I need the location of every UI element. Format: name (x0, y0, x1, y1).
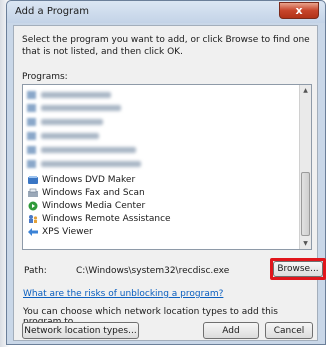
add-button[interactable]: Add (203, 322, 259, 339)
program-label: Windows DVD Maker (42, 174, 136, 185)
browse-highlight-box (270, 258, 326, 280)
media-center-icon (27, 201, 39, 211)
programs-scrollbar[interactable]: ▲ ▼ (299, 85, 311, 249)
dialog-body: Select the program you want to add, or c… (13, 25, 326, 341)
list-item-blurred[interactable] (27, 131, 99, 141)
fax-scan-icon (27, 188, 39, 198)
scroll-up-icon[interactable]: ▲ (300, 85, 311, 96)
list-item-blurred[interactable] (27, 103, 121, 113)
program-label: Windows Remote Assistance (42, 213, 171, 224)
program-label: XPS Viewer (42, 226, 93, 237)
instructions-text: Select the program you want to add, or c… (22, 35, 310, 57)
cancel-button[interactable]: Cancel (265, 322, 313, 339)
list-item[interactable]: Windows Remote Assistance (27, 212, 171, 225)
add-program-dialog: Add a Program x Select the program you w… (6, 0, 326, 345)
scroll-thumb[interactable] (301, 172, 310, 236)
list-item[interactable]: XPS Viewer (27, 225, 93, 238)
list-item[interactable]: Windows Media Center (27, 199, 145, 212)
list-item-blurred[interactable] (27, 145, 136, 155)
dvd-maker-icon (27, 175, 39, 185)
network-location-types-button[interactable]: Network location types... (22, 322, 139, 339)
list-item[interactable]: Windows DVD Maker (27, 173, 135, 186)
programs-list[interactable]: Windows DVD Maker Windows Fax and Scan W… (22, 84, 312, 250)
path-field[interactable]: C:\Windows\system32\recdisc.exe (76, 266, 229, 276)
program-label: Windows Fax and Scan (42, 187, 145, 198)
xps-viewer-icon (27, 227, 39, 237)
list-item[interactable]: Windows Fax and Scan (27, 186, 145, 199)
programs-label: Programs: (22, 72, 68, 82)
close-icon: x (295, 4, 303, 17)
risks-link[interactable]: What are the risks of unblocking a progr… (23, 289, 223, 299)
title-bar[interactable]: Add a Program x (7, 1, 325, 23)
program-label: Windows Media Center (42, 200, 146, 211)
window-title: Add a Program (15, 6, 90, 17)
list-item-blurred[interactable] (27, 159, 141, 169)
close-button[interactable]: x (279, 2, 319, 19)
list-item-blurred[interactable] (27, 90, 111, 100)
scroll-down-icon[interactable]: ▼ (300, 238, 311, 249)
remote-assistance-icon (27, 214, 39, 224)
list-item-blurred[interactable] (27, 117, 103, 127)
path-label: Path: (24, 266, 47, 276)
